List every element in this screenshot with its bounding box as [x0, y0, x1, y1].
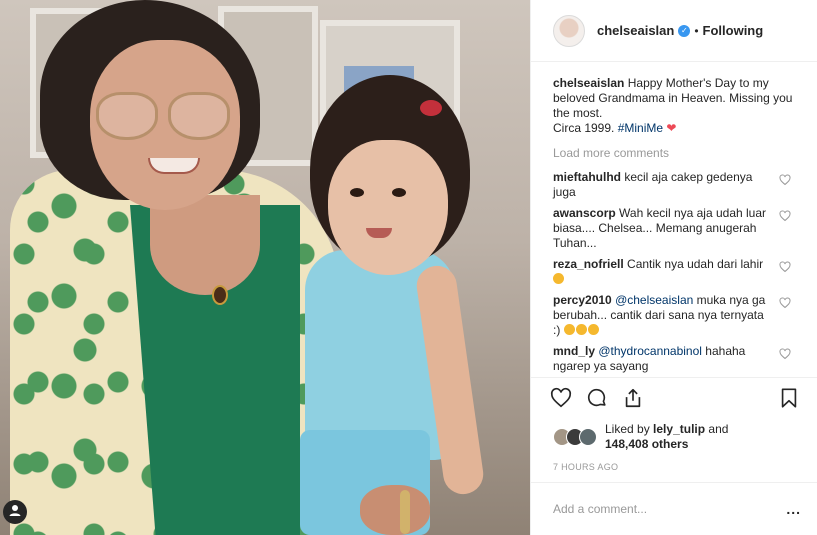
comment-like-heart-icon[interactable]	[779, 297, 791, 309]
necklace-pendant	[212, 285, 228, 305]
comment-username[interactable]: reza_nofriell	[553, 257, 624, 271]
grandmother-neck	[150, 195, 260, 295]
liker-avatars[interactable]	[553, 428, 597, 447]
likes-text: Liked by lely_tulip and 148,408 others	[605, 422, 728, 452]
hair-bow	[420, 100, 442, 116]
comments-section: chelseaislan Happy Mother's Day to my be…	[531, 62, 817, 376]
comment-mention[interactable]: @thydrocannabinol	[598, 344, 702, 358]
comment-like-heart-icon[interactable]	[779, 261, 791, 273]
post-actions-bar	[531, 376, 817, 419]
header-username[interactable]: chelseaislan	[597, 23, 674, 38]
avatar	[579, 428, 597, 447]
smiling-face-emoji-icon	[587, 324, 599, 336]
post-caption: chelseaislan Happy Mother's Day to my be…	[553, 76, 801, 136]
comment-item: mnd_ly @thydrocannabinol hahaha ngarep y…	[553, 344, 801, 374]
smiling-face-emoji-icon	[563, 324, 575, 336]
smiling-face-emoji-icon	[575, 324, 587, 336]
more-options-icon[interactable]: ...	[786, 501, 801, 517]
liked-by-username[interactable]: lely_tulip	[653, 422, 705, 436]
add-comment-bar: ...	[531, 481, 817, 535]
grinning-face-emoji-icon	[553, 273, 564, 285]
comment-item: reza_nofriell Cantik nya udah dari lahir	[553, 257, 801, 287]
likes-summary: Liked by lely_tulip and 148,408 others	[531, 418, 817, 456]
comment-username[interactable]: awanscorp	[553, 206, 616, 220]
comment-icon[interactable]	[585, 386, 609, 410]
comment-text: Cantik nya udah dari lahir	[627, 257, 764, 272]
comment-item: percy2010 @chelseaislan muka nya ga beru…	[553, 293, 801, 338]
post-side-panel: chelseaislan ✓ • Following chelseaislan …	[530, 0, 817, 535]
bracelet	[400, 490, 410, 534]
comment-username[interactable]: mieftahulhd	[553, 170, 621, 184]
post-photo[interactable]	[0, 0, 530, 535]
instagram-post: chelseaislan ✓ • Following chelseaislan …	[0, 0, 817, 535]
grandmother-hand	[360, 485, 430, 535]
post-timestamp[interactable]: 7 HOURS AGO	[531, 456, 817, 482]
person-tag-icon[interactable]	[3, 500, 27, 524]
comment-item: awanscorp Wah kecil nya aja udah luar bi…	[553, 206, 801, 251]
add-comment-input[interactable]	[553, 501, 787, 516]
grandmother-smile	[148, 158, 200, 174]
likes-and: and	[708, 422, 729, 437]
red-heart-emoji-icon: ❤	[666, 121, 677, 136]
girl-eye	[392, 188, 406, 197]
bookmark-icon[interactable]	[777, 386, 801, 410]
likes-prefix: Liked by	[605, 422, 650, 437]
eyeglasses	[96, 92, 231, 142]
post-header: chelseaislan ✓ • Following	[531, 0, 817, 63]
comment-mention[interactable]: @chelseaislan	[615, 293, 693, 307]
comment-item: mieftahulhd kecil aja cakep gedenya juga	[553, 170, 801, 200]
comment-username[interactable]: mnd_ly	[553, 344, 595, 358]
likes-others-count[interactable]: 148,408 others	[605, 437, 688, 451]
verified-badge-icon: ✓	[678, 24, 691, 37]
heart-outline-icon[interactable]	[549, 386, 573, 410]
comment-like-heart-icon[interactable]	[779, 210, 791, 222]
caption-line2: Circa 1999.	[553, 121, 615, 136]
comment-username[interactable]: percy2010	[553, 293, 612, 307]
girl-eye	[350, 188, 364, 197]
following-button[interactable]: Following	[703, 23, 764, 38]
caption-hashtag[interactable]: #MiniMe	[618, 121, 663, 135]
comment-like-heart-icon[interactable]	[779, 348, 791, 360]
comment-like-heart-icon[interactable]	[779, 174, 791, 186]
girl-face	[328, 140, 448, 275]
load-more-comments-link[interactable]: Load more comments	[553, 146, 801, 160]
header-separator: •	[694, 23, 699, 38]
share-icon[interactable]	[621, 386, 645, 410]
avatar[interactable]	[553, 14, 585, 47]
caption-username[interactable]: chelseaislan	[553, 76, 624, 90]
